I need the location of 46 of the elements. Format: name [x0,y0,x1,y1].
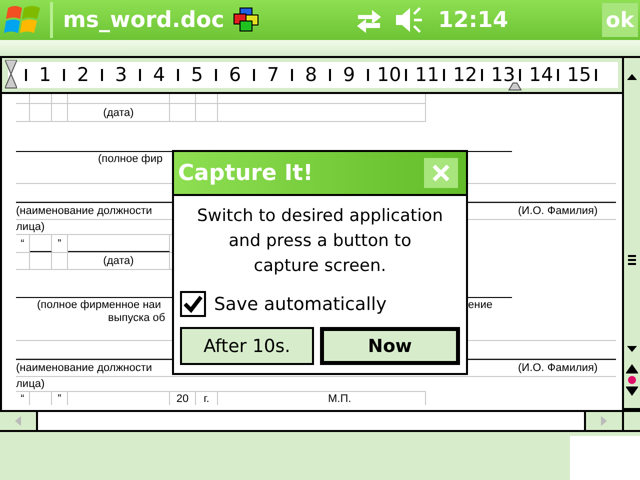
quote-mark: ” [58,238,62,250]
date-caption: (дата) [103,106,134,118]
scroll-up-icon[interactable] [626,72,638,82]
caption-text: лица) [16,378,45,390]
ruler-number: 2 [76,64,90,86]
ruler-number: 4 [152,64,166,86]
quote-mark: “ [20,238,24,250]
position-caption: (наименование должности [16,205,152,217]
now-button[interactable]: Now [320,327,460,365]
caption-text: лица) [16,221,45,233]
ruler-number: 12 [453,64,473,86]
blank-panel [570,436,640,480]
scroll-down-icon[interactable] [626,344,638,354]
ruler-number: 7 [266,64,280,86]
window-title: ms_word.doc [63,8,224,32]
ruler-number: 3 [114,64,128,86]
page-navigation-icon[interactable] [626,362,638,398]
ruler-number: 5 [190,64,204,86]
indent-marker-icon[interactable] [5,60,17,90]
dialog-title: Capture It! [178,160,314,186]
ruler-number: 11 [415,64,435,86]
name-caption: (И.О. Фамилия) [518,205,598,217]
ruler-number: 15 [567,64,587,86]
tab-marker-icon[interactable] [508,82,522,91]
position-caption: (наименование должности [16,362,152,374]
caption-text: (полное фир [98,152,163,164]
caption-text: выпуска об [108,312,166,324]
dialog-message: Switch to desired application and press a button to capture screen. [196,205,444,278]
year-suffix: г. [204,392,210,404]
date-caption: (дата) [103,255,134,267]
caption-text: (полное фирменное наи [37,298,162,310]
scroll-thumb-icon[interactable] [627,254,637,266]
year-text: 20 [176,392,189,404]
ruler-number: 8 [304,64,318,86]
stamp-caption: М.П. [328,392,352,404]
ruler-number: 1 [38,64,52,86]
ruler-number: 6 [228,64,242,86]
quote-mark: ” [58,392,62,404]
delay-button[interactable]: After 10s. [180,327,314,365]
checkbox-label: Save automatically [214,294,387,314]
save-checkbox[interactable] [180,291,206,317]
ruler-number: 9 [342,64,356,86]
quote-mark: “ [20,392,24,404]
name-caption: (И.О. Фамилия) [518,362,598,374]
caption-text: ение [468,298,492,310]
app-icon [232,6,260,34]
